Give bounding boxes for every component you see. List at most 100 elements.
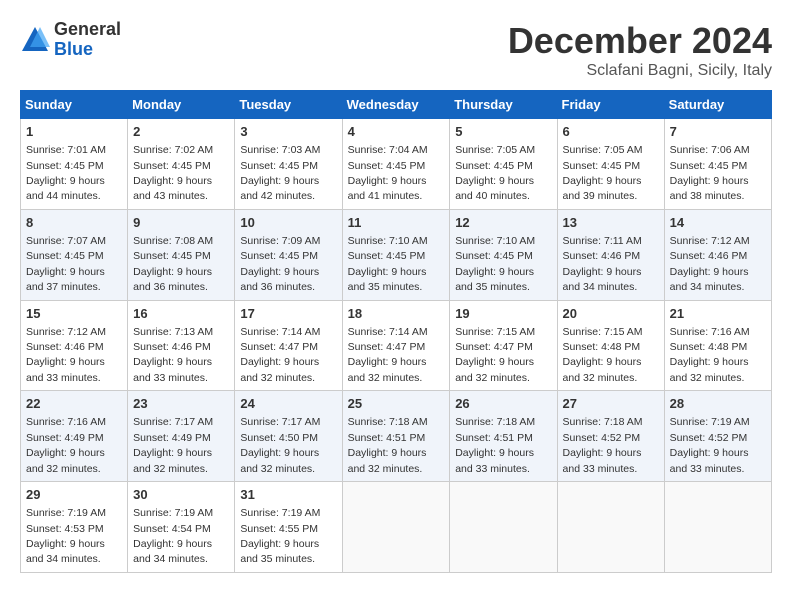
day-number: 14: [670, 214, 766, 232]
calendar-cell: 14 Sunrise: 7:12 AMSunset: 4:46 PMDayligh…: [664, 209, 771, 300]
calendar-day-header: Sunday: [21, 91, 128, 119]
title-area: December 2024 Sclafani Bagni, Sicily, It…: [508, 20, 772, 80]
calendar-day-header: Tuesday: [235, 91, 342, 119]
calendar-cell: 2 Sunrise: 7:02 AMSunset: 4:45 PMDaylight…: [128, 119, 235, 210]
calendar-cell: [557, 482, 664, 573]
page-header: General Blue December 2024 Sclafani Bagn…: [20, 20, 772, 80]
day-info: Sunrise: 7:12 AMSunset: 4:46 PMDaylight:…: [670, 235, 750, 293]
day-number: 4: [348, 123, 445, 141]
day-number: 22: [26, 395, 122, 413]
day-number: 12: [455, 214, 551, 232]
day-number: 24: [240, 395, 336, 413]
day-info: Sunrise: 7:19 AMSunset: 4:54 PMDaylight:…: [133, 507, 213, 565]
calendar-cell: 12 Sunrise: 7:10 AMSunset: 4:45 PMDayligh…: [450, 209, 557, 300]
day-number: 9: [133, 214, 229, 232]
calendar-header-row: SundayMondayTuesdayWednesdayThursdayFrid…: [21, 91, 772, 119]
day-number: 7: [670, 123, 766, 141]
calendar-day-header: Friday: [557, 91, 664, 119]
day-number: 2: [133, 123, 229, 141]
calendar-cell: 21 Sunrise: 7:16 AMSunset: 4:48 PMDayligh…: [664, 300, 771, 391]
calendar-cell: 24 Sunrise: 7:17 AMSunset: 4:50 PMDayligh…: [235, 391, 342, 482]
calendar-cell: 13 Sunrise: 7:11 AMSunset: 4:46 PMDayligh…: [557, 209, 664, 300]
calendar-cell: 9 Sunrise: 7:08 AMSunset: 4:45 PMDaylight…: [128, 209, 235, 300]
calendar-cell: 3Sunrise: 7:03 AMSunset: 4:45 PMDaylight…: [235, 119, 342, 210]
day-number: 30: [133, 486, 229, 504]
day-info: Sunrise: 7:07 AMSunset: 4:45 PMDaylight:…: [26, 235, 106, 293]
calendar-body: 1 Sunrise: 7:01 AMSunset: 4:45 PMDaylight…: [21, 119, 772, 573]
day-number: 16: [133, 305, 229, 323]
day-info: Sunrise: 7:05 AMSunset: 4:45 PMDaylight:…: [455, 144, 535, 202]
calendar-table: SundayMondayTuesdayWednesdayThursdayFrid…: [20, 90, 772, 573]
day-number: 23: [133, 395, 229, 413]
logo-icon: [20, 25, 50, 55]
day-number: 11: [348, 214, 445, 232]
calendar-cell: 6 Sunrise: 7:05 AMSunset: 4:45 PMDaylight…: [557, 119, 664, 210]
day-info: Sunrise: 7:19 AMSunset: 4:55 PMDaylight:…: [240, 507, 320, 565]
day-info: Sunrise: 7:18 AMSunset: 4:51 PMDaylight:…: [455, 416, 535, 474]
day-info: Sunrise: 7:04 AMSunset: 4:45 PMDaylight:…: [348, 144, 428, 202]
calendar-cell: 26 Sunrise: 7:18 AMSunset: 4:51 PMDayligh…: [450, 391, 557, 482]
calendar-cell: 31 Sunrise: 7:19 AMSunset: 4:55 PMDayligh…: [235, 482, 342, 573]
day-info: Sunrise: 7:06 AMSunset: 4:45 PMDaylight:…: [670, 144, 750, 202]
day-info: Sunrise: 7:16 AMSunset: 4:49 PMDaylight:…: [26, 416, 106, 474]
calendar-cell: 29 Sunrise: 7:19 AMSunset: 4:53 PMDayligh…: [21, 482, 128, 573]
day-info: Sunrise: 7:12 AMSunset: 4:46 PMDaylight:…: [26, 326, 106, 384]
calendar-cell: 23Sunrise: 7:17 AMSunset: 4:49 PMDayligh…: [128, 391, 235, 482]
day-info: Sunrise: 7:16 AMSunset: 4:48 PMDaylight:…: [670, 326, 750, 384]
day-number: 18: [348, 305, 445, 323]
calendar-cell: 30 Sunrise: 7:19 AMSunset: 4:54 PMDayligh…: [128, 482, 235, 573]
calendar-week-row: 15 Sunrise: 7:12 AMSunset: 4:46 PMDayligh…: [21, 300, 772, 391]
calendar-cell: [664, 482, 771, 573]
calendar-cell: 27Sunrise: 7:18 AMSunset: 4:52 PMDayligh…: [557, 391, 664, 482]
calendar-week-row: 29 Sunrise: 7:19 AMSunset: 4:53 PMDayligh…: [21, 482, 772, 573]
day-number: 21: [670, 305, 766, 323]
day-number: 27: [563, 395, 659, 413]
day-number: 3: [240, 123, 336, 141]
calendar-day-header: Monday: [128, 91, 235, 119]
calendar-cell: 25 Sunrise: 7:18 AMSunset: 4:51 PMDayligh…: [342, 391, 450, 482]
day-number: 29: [26, 486, 122, 504]
day-number: 31: [240, 486, 336, 504]
day-info: Sunrise: 7:02 AMSunset: 4:45 PMDaylight:…: [133, 144, 213, 202]
calendar-cell: 28 Sunrise: 7:19 AMSunset: 4:52 PMDayligh…: [664, 391, 771, 482]
calendar-week-row: 1 Sunrise: 7:01 AMSunset: 4:45 PMDaylight…: [21, 119, 772, 210]
calendar-cell: 16Sunrise: 7:13 AMSunset: 4:46 PMDayligh…: [128, 300, 235, 391]
day-info: Sunrise: 7:17 AMSunset: 4:50 PMDaylight:…: [240, 416, 320, 474]
day-info: Sunrise: 7:10 AMSunset: 4:45 PMDaylight:…: [455, 235, 535, 293]
day-info: Sunrise: 7:15 AMSunset: 4:48 PMDaylight:…: [563, 326, 643, 384]
day-info: Sunrise: 7:08 AMSunset: 4:45 PMDaylight:…: [133, 235, 213, 293]
day-number: 1: [26, 123, 122, 141]
day-info: Sunrise: 7:05 AMSunset: 4:45 PMDaylight:…: [563, 144, 643, 202]
day-info: Sunrise: 7:11 AMSunset: 4:46 PMDaylight:…: [563, 235, 642, 293]
calendar-day-header: Wednesday: [342, 91, 450, 119]
day-number: 26: [455, 395, 551, 413]
calendar-week-row: 8 Sunrise: 7:07 AMSunset: 4:45 PMDaylight…: [21, 209, 772, 300]
calendar-week-row: 22 Sunrise: 7:16 AMSunset: 4:49 PMDayligh…: [21, 391, 772, 482]
day-number: 19: [455, 305, 551, 323]
calendar-cell: 7 Sunrise: 7:06 AMSunset: 4:45 PMDaylight…: [664, 119, 771, 210]
day-info: Sunrise: 7:19 AMSunset: 4:52 PMDaylight:…: [670, 416, 750, 474]
calendar-day-header: Thursday: [450, 91, 557, 119]
calendar-cell: 11Sunrise: 7:10 AMSunset: 4:45 PMDayligh…: [342, 209, 450, 300]
calendar-cell: [450, 482, 557, 573]
day-info: Sunrise: 7:19 AMSunset: 4:53 PMDaylight:…: [26, 507, 106, 565]
calendar-cell: 15 Sunrise: 7:12 AMSunset: 4:46 PMDayligh…: [21, 300, 128, 391]
day-info: Sunrise: 7:01 AMSunset: 4:45 PMDaylight:…: [26, 144, 106, 202]
day-number: 6: [563, 123, 659, 141]
day-number: 10: [240, 214, 336, 232]
day-number: 28: [670, 395, 766, 413]
calendar-cell: 1 Sunrise: 7:01 AMSunset: 4:45 PMDaylight…: [21, 119, 128, 210]
calendar-cell: [342, 482, 450, 573]
day-number: 25: [348, 395, 445, 413]
day-number: 8: [26, 214, 122, 232]
day-number: 13: [563, 214, 659, 232]
logo: General Blue: [20, 20, 121, 60]
calendar-day-header: Saturday: [664, 91, 771, 119]
day-info: Sunrise: 7:14 AMSunset: 4:47 PMDaylight:…: [240, 326, 320, 384]
logo-blue: Blue: [54, 40, 121, 60]
day-info: Sunrise: 7:18 AMSunset: 4:51 PMDaylight:…: [348, 416, 428, 474]
day-number: 15: [26, 305, 122, 323]
calendar-cell: 20Sunrise: 7:15 AMSunset: 4:48 PMDayligh…: [557, 300, 664, 391]
calendar-cell: 10Sunrise: 7:09 AMSunset: 4:45 PMDayligh…: [235, 209, 342, 300]
calendar-cell: 8 Sunrise: 7:07 AMSunset: 4:45 PMDaylight…: [21, 209, 128, 300]
